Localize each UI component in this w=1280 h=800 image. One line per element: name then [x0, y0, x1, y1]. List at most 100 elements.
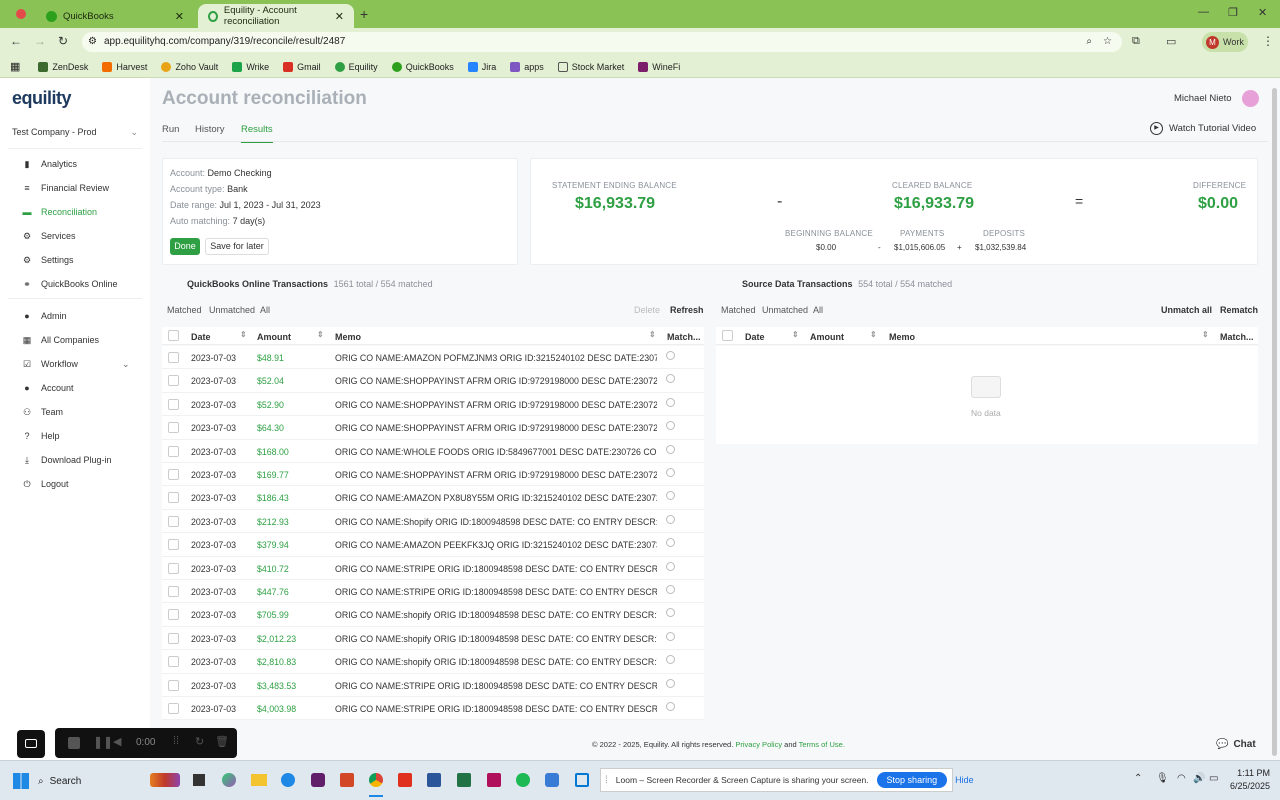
app-icon[interactable] [545, 773, 559, 787]
row-checkbox[interactable] [168, 422, 179, 434]
company-selector[interactable]: Test Company - Prod ⌄ [12, 127, 138, 138]
user-menu[interactable]: Michael Nieto [1174, 90, 1259, 107]
match-status-icon[interactable] [666, 444, 675, 454]
sidebar-item-reconciliation[interactable]: ▬ Reconciliation [0, 201, 150, 223]
table-row[interactable]: 2023-07-03 $48.91 ORIG CO NAME:AMAZON POFM… [162, 346, 704, 370]
sort-icon[interactable]: ⇕ [792, 330, 799, 339]
sort-icon[interactable]: ⇕ [870, 330, 877, 339]
table-row[interactable]: 2023-07-03 $52.04 ORIG CO NAME:SHOPPAYINST… [162, 369, 704, 393]
close-tab-icon[interactable]: ✕ [335, 10, 344, 23]
widgets-icon[interactable] [150, 773, 180, 787]
table-row[interactable]: 2023-07-03 $4,003.98 ORIG CO NAME:STRIPE O… [162, 697, 704, 721]
stop-record-icon[interactable] [68, 737, 80, 749]
column-date[interactable]: Date [745, 332, 765, 342]
row-checkbox[interactable] [168, 703, 179, 714]
table-row[interactable]: 2023-07-03 $705.99 ORIG CO NAME:shopify OR… [162, 603, 704, 627]
battery-icon[interactable]: ▭ [1209, 773, 1218, 784]
drag-handle-icon[interactable]: ⁞ [605, 775, 608, 786]
column-amount[interactable]: Amount [810, 332, 844, 342]
sidebar-item-help[interactable]: ? Help [0, 425, 150, 447]
sort-icon[interactable]: ⇕ [1202, 330, 1209, 339]
source-filter-unmatched[interactable]: Unmatched [762, 305, 808, 315]
new-tab-icon[interactable]: + [360, 6, 368, 22]
rewind-icon[interactable]: ◀ [113, 735, 121, 748]
row-checkbox[interactable] [168, 562, 179, 574]
apps-grid-icon[interactable]: ▦ [10, 60, 20, 73]
file-explorer-icon[interactable] [251, 774, 267, 786]
match-status-icon[interactable] [666, 491, 675, 501]
sort-icon[interactable]: ⇕ [317, 330, 324, 339]
privacy-link[interactable]: Privacy Policy [735, 740, 782, 749]
column-date[interactable]: Date [191, 332, 211, 342]
sidebar-item-workflow[interactable]: ☑ Workflow ⌄ [0, 353, 150, 375]
delete-button[interactable]: Delete [634, 305, 660, 315]
hide-button[interactable]: Hide [955, 775, 974, 785]
bookmark-stock-market[interactable]: Stock Market [557, 61, 624, 72]
bookmark-jira[interactable]: Jira [467, 61, 496, 72]
column-memo[interactable]: Memo [889, 332, 915, 342]
row-checkbox[interactable] [168, 539, 179, 551]
table-row[interactable]: 2023-07-03 $186.43 ORIG CO NAME:AMAZON PX8… [162, 486, 704, 510]
reload-icon[interactable]: ↻ [58, 34, 68, 48]
match-status-icon[interactable] [666, 514, 675, 524]
row-checkbox[interactable] [168, 515, 179, 527]
sidebar-item-settings[interactable]: ⚙ Settings [0, 249, 150, 271]
match-status-icon[interactable] [666, 538, 675, 548]
select-all-checkbox[interactable] [722, 330, 733, 341]
row-checkbox[interactable] [168, 398, 179, 410]
sidebar-item-account[interactable]: ● Account [0, 377, 150, 399]
table-row[interactable]: 2023-07-03 $379.94 ORIG CO NAME:AMAZON PEE… [162, 533, 704, 557]
table-row[interactable]: 2023-07-03 $169.77 ORIG CO NAME:SHOPPAYINS… [162, 463, 704, 487]
back-icon[interactable]: ← [10, 34, 22, 48]
bookmark-winefi[interactable]: WineFi [638, 61, 680, 72]
minimize-icon[interactable]: — [1198, 6, 1209, 18]
sidebar-item-logout[interactable]: ⏻ Logout [0, 473, 150, 495]
table-row[interactable]: 2023-07-03 $3,483.53 ORIG CO NAME:STRIPE O… [162, 673, 704, 697]
source-filter-matched[interactable]: Matched [721, 305, 756, 315]
edge-icon[interactable] [281, 773, 295, 787]
select-all-checkbox[interactable] [168, 330, 179, 341]
match-status-icon[interactable] [666, 374, 675, 384]
bookmark-zoho-vault[interactable]: Zoho Vault [161, 61, 218, 72]
watch-tutorial-button[interactable]: ▶ Watch Tutorial Video [1150, 122, 1256, 135]
table-row[interactable]: 2023-07-03 $410.72 ORIG CO NAME:STRIPE ORI… [162, 556, 704, 580]
sort-icon[interactable]: ⇕ [649, 330, 656, 339]
grid-icon[interactable]: ⁞⁞ [173, 735, 179, 747]
snipping-tool-icon[interactable] [575, 773, 589, 787]
browser-tab-quickbooks[interactable]: QuickBooks ✕ [36, 4, 194, 28]
filter-matched[interactable]: Matched [167, 305, 202, 315]
loom-camera-button[interactable] [17, 730, 45, 758]
table-row[interactable]: 2023-07-03 $168.00 ORIG CO NAME:WHOLE FOOD… [162, 439, 704, 463]
refresh-button[interactable]: Refresh [670, 305, 704, 315]
terms-link[interactable]: Terms of Use. [799, 740, 845, 749]
chrome-icon[interactable] [369, 773, 383, 787]
match-status-icon[interactable] [666, 468, 675, 477]
match-status-icon[interactable] [666, 655, 675, 665]
acrobat-icon[interactable] [398, 773, 412, 787]
sidebar-item-services[interactable]: ⚙ Services [0, 225, 150, 247]
row-checkbox[interactable] [168, 352, 179, 363]
match-status-icon[interactable] [666, 702, 675, 711]
row-checkbox[interactable] [168, 679, 179, 691]
bookmark-apps[interactable]: apps [510, 61, 544, 72]
site-info-icon[interactable]: ⚙ [88, 32, 97, 52]
wifi-icon[interactable]: ◠ [1177, 773, 1186, 784]
bookmark-equility[interactable]: Equility [334, 61, 378, 72]
clock[interactable]: 1:11 PM 6/25/2025 [1228, 768, 1270, 791]
bookmark-harvest[interactable]: Harvest [102, 61, 147, 72]
filter-all[interactable]: All [260, 305, 270, 315]
bookmark-zendesk[interactable]: ZenDesk [38, 61, 88, 72]
excel-icon[interactable] [457, 773, 471, 787]
tab-run[interactable]: Run [162, 124, 179, 135]
match-status-icon[interactable] [666, 585, 675, 594]
match-status-icon[interactable] [666, 608, 675, 618]
word-icon[interactable] [427, 773, 441, 787]
bookmark-quickbooks[interactable]: QuickBooks [391, 61, 454, 72]
column-amount[interactable]: Amount [257, 332, 291, 342]
extensions-icon[interactable]: ⧉ [1132, 35, 1140, 48]
table-row[interactable]: 2023-07-03 $2,810.83 ORIG CO NAME:shopify … [162, 650, 704, 674]
match-status-icon[interactable] [666, 678, 675, 688]
spotify-icon[interactable] [516, 773, 530, 787]
chat-button[interactable]: 💬 Chat [1216, 739, 1256, 750]
row-checkbox[interactable] [168, 445, 179, 457]
